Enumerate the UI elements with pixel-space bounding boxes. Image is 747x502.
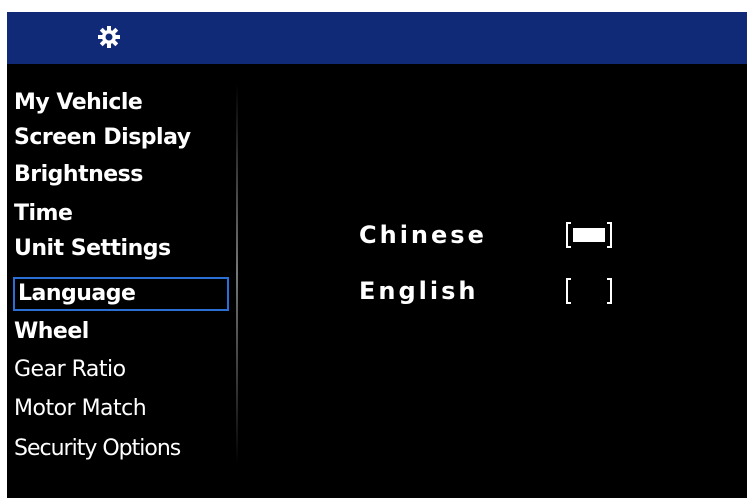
menu-item-my-vehicle[interactable]: My Vehicle <box>14 86 143 120</box>
menu-item-gear-ratio[interactable]: Gear Ratio <box>14 353 126 387</box>
option-english-label[interactable]: English <box>359 276 478 306</box>
menu-item-time[interactable]: Time <box>14 197 73 231</box>
menu-item-security-options[interactable]: Security Options <box>14 432 181 466</box>
header-bar <box>7 12 747 64</box>
menu-item-language[interactable]: Language <box>13 277 229 311</box>
menu-item-unit-settings[interactable]: Unit Settings <box>14 232 171 266</box>
menu-item-brightness[interactable]: Brightness <box>14 158 143 192</box>
gear-icon[interactable] <box>97 25 121 49</box>
checked-indicator <box>573 228 605 242</box>
menu-item-wheel[interactable]: Wheel <box>14 315 89 349</box>
option-chinese-checkbox[interactable] <box>565 220 613 250</box>
option-chinese-label[interactable]: Chinese <box>359 220 487 250</box>
menu-divider <box>236 84 238 464</box>
menu-item-screen-display[interactable]: Screen Display <box>14 121 191 155</box>
menu-item-motor-match[interactable]: Motor Match <box>14 392 147 426</box>
device-screen: My Vehicle Screen Display Brightness Tim… <box>7 12 747 498</box>
option-english-checkbox[interactable] <box>565 276 613 306</box>
